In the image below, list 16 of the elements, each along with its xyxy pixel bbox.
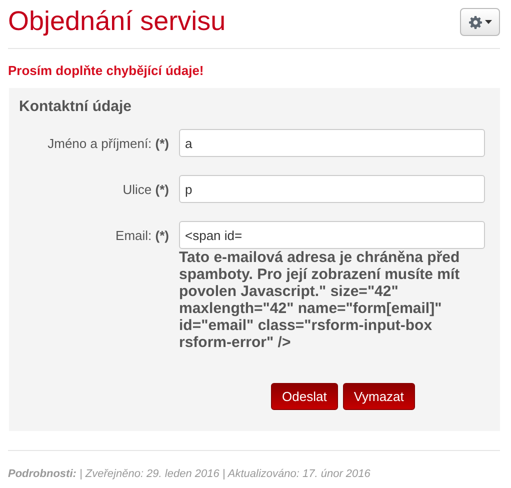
field-label: Ulice (*): [122, 181, 170, 199]
gear-icon: [468, 16, 482, 28]
field-label: Email: (*): [114, 227, 170, 245]
spam-protection-text: Tato e-mailová adresa je chráněna před spamboty. Pro její zobrazení musíte mít povolen Javascript." size="42" maxlength="42" name="form[email]" id="email" class="rsform-input-box rsform-error" />: [179, 249, 461, 351]
caret-icon: [484, 20, 492, 24]
form-legend: Kontaktní údaje: [19, 98, 500, 116]
field-label: Jméno a příjmení: (*): [46, 135, 170, 153]
article-info: Podrobnosti: | Zveřejněno: 29. leden 2016 | Aktualizováno: 17. únor 2016: [8, 468, 372, 480]
reset-button[interactable]: Vymazat: [342, 383, 415, 410]
error-message: Prosím doplňte chybějící údaje!: [8, 63, 205, 79]
page-title: Objednání servisu: [8, 5, 226, 37]
input-field[interactable]: p: [179, 175, 485, 203]
settings-button[interactable]: [460, 8, 500, 36]
input-field[interactable]: <span id=: [179, 221, 485, 249]
input-field[interactable]: a: [179, 129, 485, 157]
submit-button[interactable]: Odeslat: [271, 383, 338, 410]
